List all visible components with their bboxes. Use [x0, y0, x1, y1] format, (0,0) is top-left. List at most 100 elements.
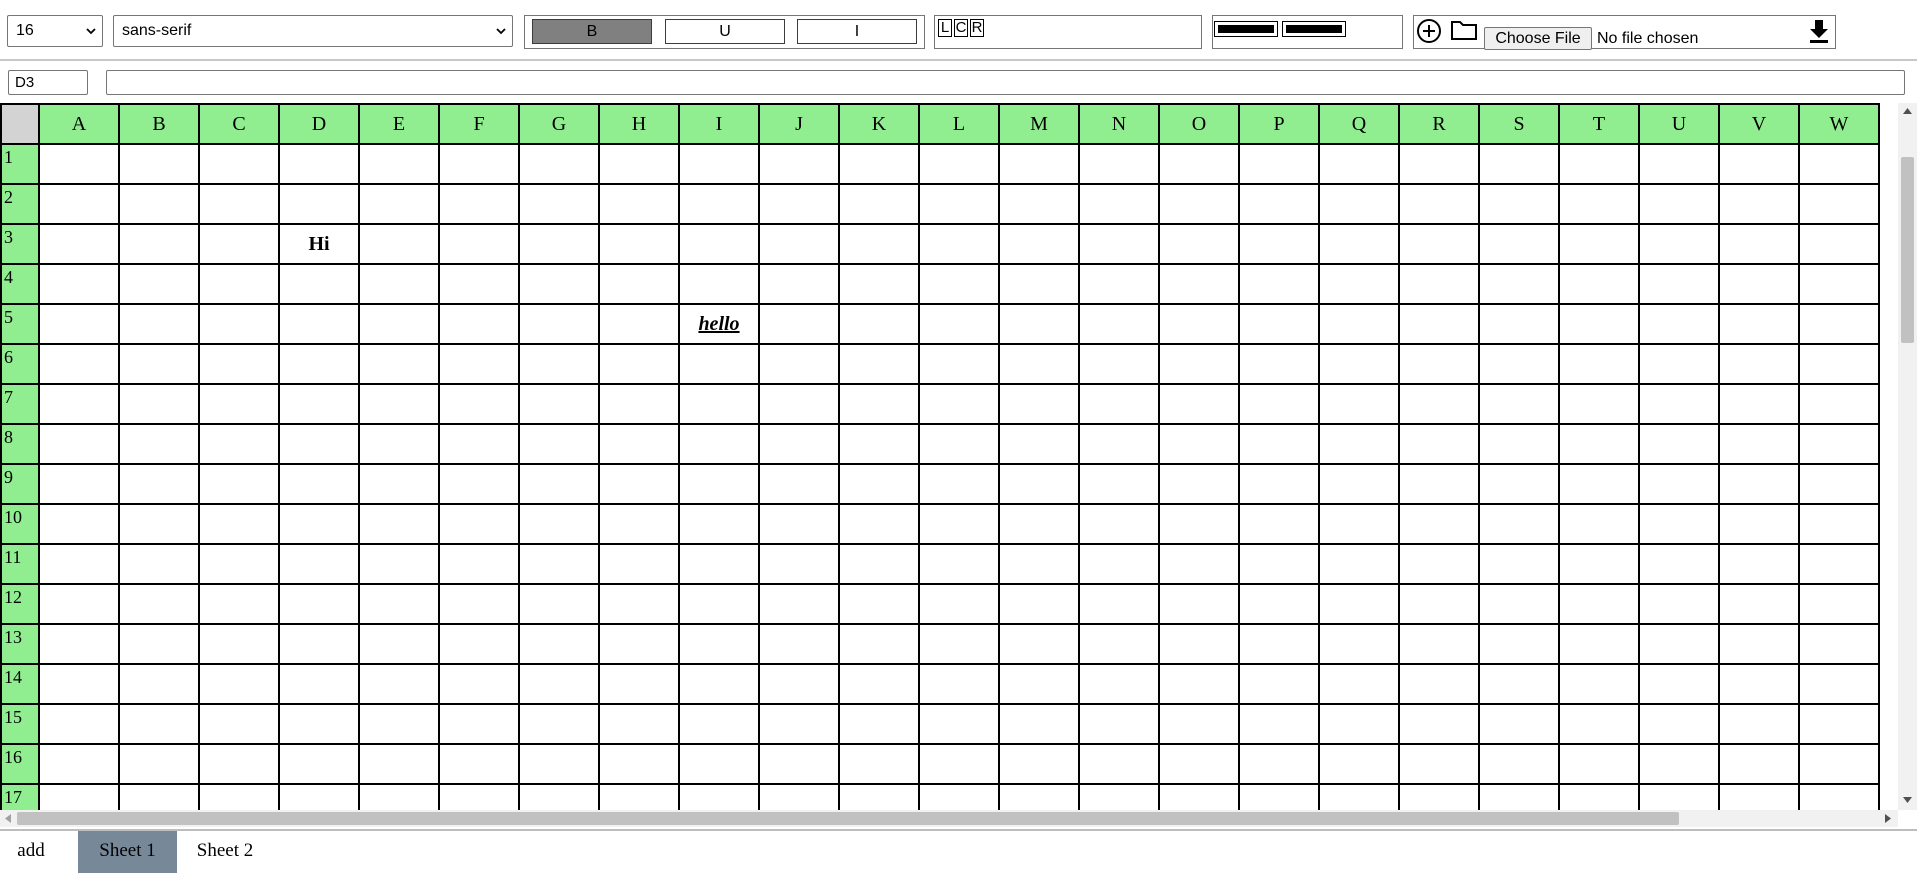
cell-k7[interactable] — [838, 383, 920, 425]
cell-q10[interactable] — [1318, 503, 1400, 545]
cell-b12[interactable] — [118, 583, 200, 625]
cell-t1[interactable] — [1558, 143, 1640, 185]
cell-w14[interactable] — [1798, 663, 1880, 705]
cell-d10[interactable] — [278, 503, 360, 545]
cell-f12[interactable] — [438, 583, 520, 625]
cell-q14[interactable] — [1318, 663, 1400, 705]
column-header-e[interactable]: E — [358, 103, 440, 145]
cell-a14[interactable] — [38, 663, 120, 705]
cell-i10[interactable] — [678, 503, 760, 545]
cell-q4[interactable] — [1318, 263, 1400, 305]
cell-e4[interactable] — [358, 263, 440, 305]
cell-p13[interactable] — [1238, 623, 1320, 665]
align-center-button[interactable]: C — [954, 19, 968, 37]
cell-p11[interactable] — [1238, 543, 1320, 585]
cell-c16[interactable] — [198, 743, 280, 785]
cell-w10[interactable] — [1798, 503, 1880, 545]
cell-n5[interactable] — [1078, 303, 1160, 345]
cell-s9[interactable] — [1478, 463, 1560, 505]
column-header-t[interactable]: T — [1558, 103, 1640, 145]
cell-r17[interactable] — [1398, 783, 1480, 810]
cell-m16[interactable] — [998, 743, 1080, 785]
cell-o14[interactable] — [1158, 663, 1240, 705]
cell-r5[interactable] — [1398, 303, 1480, 345]
row-header-8[interactable]: 8 — [0, 423, 40, 465]
cell-e8[interactable] — [358, 423, 440, 465]
cell-d6[interactable] — [278, 343, 360, 385]
cell-q17[interactable] — [1318, 783, 1400, 810]
cell-d3[interactable]: Hi — [278, 223, 360, 265]
cell-d4[interactable] — [278, 263, 360, 305]
cell-o17[interactable] — [1158, 783, 1240, 810]
cell-c5[interactable] — [198, 303, 280, 345]
cell-b4[interactable] — [118, 263, 200, 305]
cell-s17[interactable] — [1478, 783, 1560, 810]
tab-sheet-1[interactable]: Sheet 1 — [78, 831, 177, 873]
cell-q3[interactable] — [1318, 223, 1400, 265]
column-header-r[interactable]: R — [1398, 103, 1480, 145]
row-header-13[interactable]: 13 — [0, 623, 40, 665]
cell-w16[interactable] — [1798, 743, 1880, 785]
cell-i2[interactable] — [678, 183, 760, 225]
cell-n14[interactable] — [1078, 663, 1160, 705]
cell-s10[interactable] — [1478, 503, 1560, 545]
cell-e10[interactable] — [358, 503, 440, 545]
cell-h13[interactable] — [598, 623, 680, 665]
vertical-scrollbar[interactable] — [1898, 103, 1917, 810]
cell-l16[interactable] — [918, 743, 1000, 785]
cell-k3[interactable] — [838, 223, 920, 265]
cell-f14[interactable] — [438, 663, 520, 705]
cell-q2[interactable] — [1318, 183, 1400, 225]
cell-t15[interactable] — [1558, 703, 1640, 745]
cell-j14[interactable] — [758, 663, 840, 705]
cell-l5[interactable] — [918, 303, 1000, 345]
cell-q1[interactable] — [1318, 143, 1400, 185]
cell-l4[interactable] — [918, 263, 1000, 305]
cell-c4[interactable] — [198, 263, 280, 305]
cell-m3[interactable] — [998, 223, 1080, 265]
cell-d8[interactable] — [278, 423, 360, 465]
scroll-down-icon[interactable] — [1902, 796, 1913, 804]
cell-e15[interactable] — [358, 703, 440, 745]
cell-a5[interactable] — [38, 303, 120, 345]
column-header-o[interactable]: O — [1158, 103, 1240, 145]
cell-o16[interactable] — [1158, 743, 1240, 785]
cell-c13[interactable] — [198, 623, 280, 665]
cell-q11[interactable] — [1318, 543, 1400, 585]
cell-t7[interactable] — [1558, 383, 1640, 425]
cell-m1[interactable] — [998, 143, 1080, 185]
cell-b17[interactable] — [118, 783, 200, 810]
cell-n11[interactable] — [1078, 543, 1160, 585]
cell-b3[interactable] — [118, 223, 200, 265]
column-header-j[interactable]: J — [758, 103, 840, 145]
cell-w5[interactable] — [1798, 303, 1880, 345]
cell-f4[interactable] — [438, 263, 520, 305]
cell-i4[interactable] — [678, 263, 760, 305]
cell-h3[interactable] — [598, 223, 680, 265]
cell-u1[interactable] — [1638, 143, 1720, 185]
column-header-a[interactable]: A — [38, 103, 120, 145]
cell-r3[interactable] — [1398, 223, 1480, 265]
cell-o8[interactable] — [1158, 423, 1240, 465]
cell-v8[interactable] — [1718, 423, 1800, 465]
cell-b16[interactable] — [118, 743, 200, 785]
cell-m4[interactable] — [998, 263, 1080, 305]
column-header-m[interactable]: M — [998, 103, 1080, 145]
column-header-s[interactable]: S — [1478, 103, 1560, 145]
cell-p8[interactable] — [1238, 423, 1320, 465]
cell-a15[interactable] — [38, 703, 120, 745]
add-circle-icon[interactable] — [1416, 18, 1442, 44]
cell-v7[interactable] — [1718, 383, 1800, 425]
download-icon[interactable] — [1808, 18, 1830, 44]
cell-a8[interactable] — [38, 423, 120, 465]
cell-o2[interactable] — [1158, 183, 1240, 225]
cell-f17[interactable] — [438, 783, 520, 810]
cell-s12[interactable] — [1478, 583, 1560, 625]
cell-r4[interactable] — [1398, 263, 1480, 305]
cell-h1[interactable] — [598, 143, 680, 185]
cell-b9[interactable] — [118, 463, 200, 505]
cell-b14[interactable] — [118, 663, 200, 705]
scroll-up-icon[interactable] — [1902, 107, 1913, 115]
cell-g15[interactable] — [518, 703, 600, 745]
cell-p16[interactable] — [1238, 743, 1320, 785]
